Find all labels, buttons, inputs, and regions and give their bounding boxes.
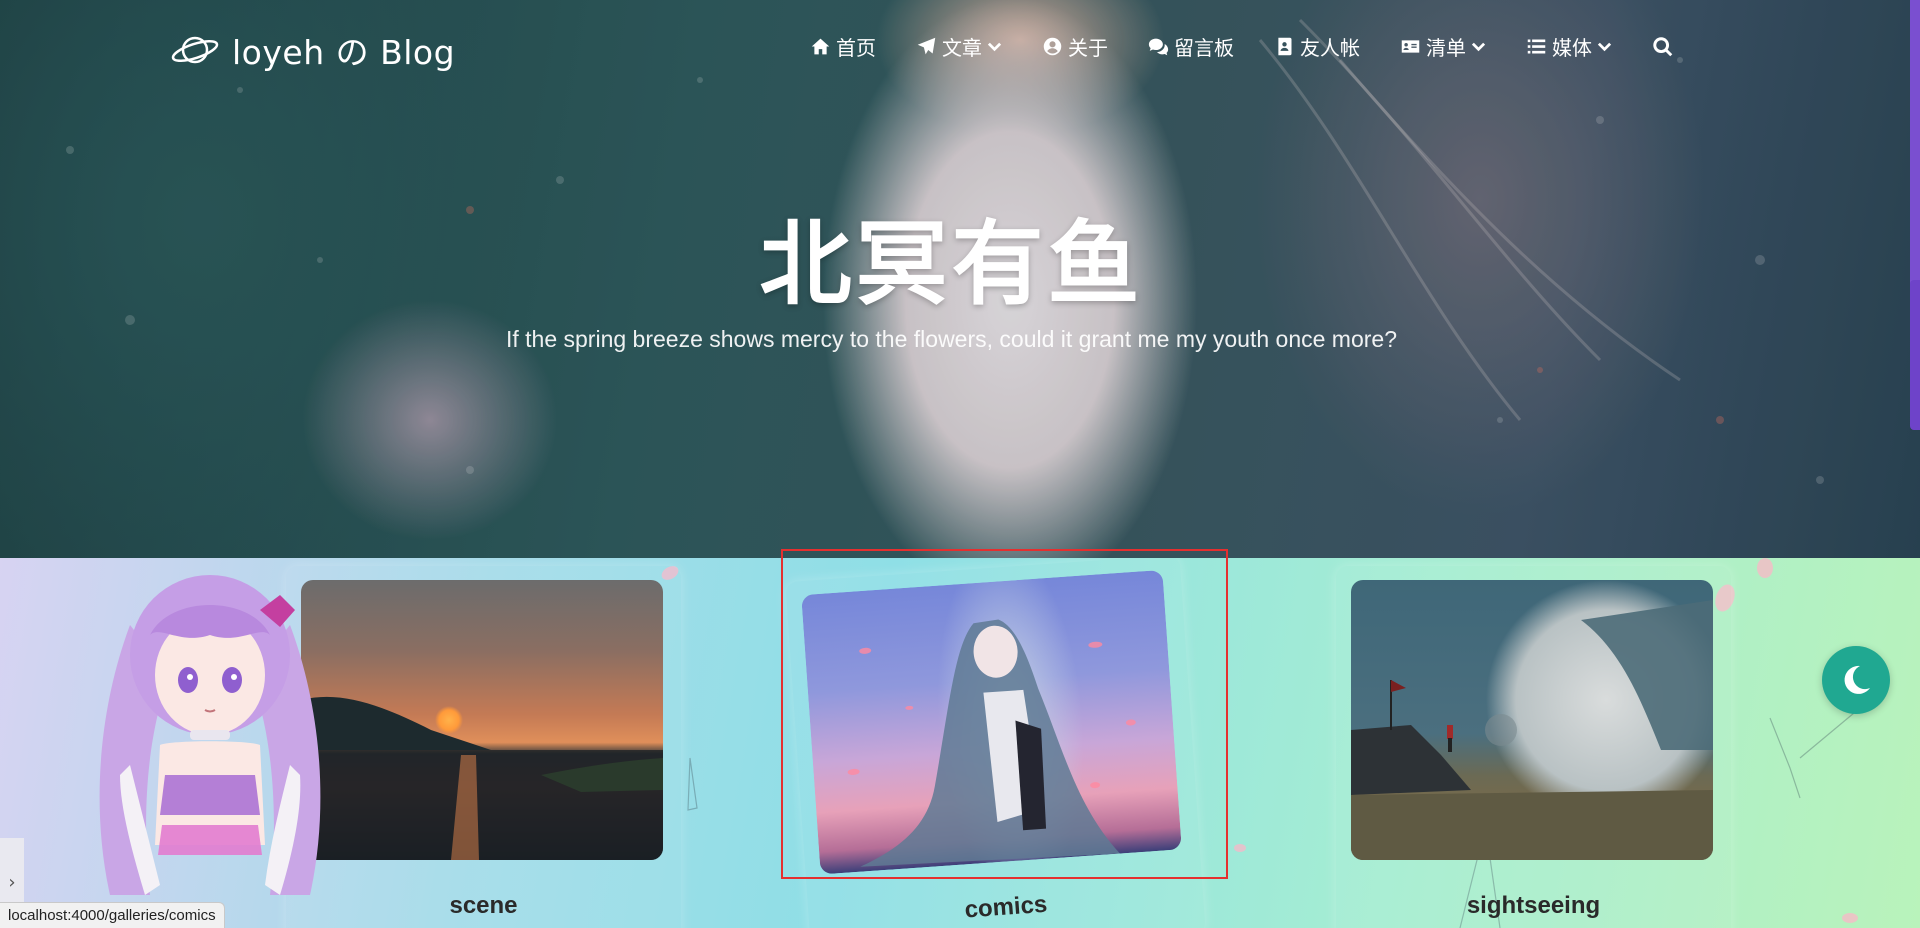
comics-character-art bbox=[847, 619, 1136, 867]
gallery-card-label: scene bbox=[449, 892, 518, 919]
nav-item-lists[interactable]: 清单 bbox=[1400, 32, 1486, 61]
gallery-card-scene[interactable]: scene bbox=[286, 566, 681, 928]
site-logo[interactable]: loyeh の Blog bbox=[170, 26, 455, 74]
main-nav: 首页 文章 关于 留言板 友人帐 清单 媒体 bbox=[810, 32, 1714, 61]
chevron-right-icon: › bbox=[8, 872, 16, 893]
gallery-card-label: comics bbox=[963, 890, 1049, 924]
search-icon bbox=[1653, 36, 1673, 56]
nav-item-label: 文章 bbox=[942, 36, 982, 60]
nav-item-guestbook[interactable]: 留言板 bbox=[1148, 32, 1234, 61]
id-card-icon bbox=[1401, 40, 1420, 53]
address-book-icon bbox=[1278, 37, 1292, 56]
hero-banner: loyeh の Blog 首页 文章 关于 留言板 友人帐 清单 媒体 北冥有鱼… bbox=[0, 0, 1920, 558]
nav-item-articles[interactable]: 文章 bbox=[916, 32, 1002, 61]
scrollbar-track[interactable] bbox=[1910, 0, 1920, 928]
site-title: loyeh の Blog bbox=[232, 33, 456, 72]
gallery-card-comics[interactable]: comics bbox=[785, 558, 1206, 928]
scene-landscape-art bbox=[301, 696, 663, 860]
home-icon bbox=[811, 38, 830, 55]
paper-plane-icon bbox=[917, 37, 936, 55]
nav-item-label: 留言板 bbox=[1174, 36, 1234, 60]
moon-icon bbox=[1844, 665, 1870, 694]
list-icon bbox=[1527, 39, 1546, 54]
mascot-character[interactable] bbox=[90, 565, 330, 928]
nav-item-label: 友人帐 bbox=[1300, 36, 1360, 60]
chevron-down-icon bbox=[1597, 42, 1612, 52]
theme-toggle-button[interactable] bbox=[1822, 646, 1890, 714]
user-circle-icon bbox=[1043, 37, 1062, 56]
gallery-card-label: sightseeing bbox=[1466, 892, 1601, 919]
nav-item-home[interactable]: 首页 bbox=[810, 32, 876, 61]
scrollbar-thumb[interactable] bbox=[1910, 280, 1920, 430]
nav-item-about[interactable]: 关于 bbox=[1042, 32, 1108, 61]
search-button[interactable] bbox=[1652, 36, 1674, 58]
hero-title: 北冥有鱼 bbox=[759, 211, 1144, 318]
chevron-down-icon bbox=[1471, 42, 1486, 52]
sightseeing-moon-art bbox=[1351, 600, 1713, 860]
gallery-image-sightseeing[interactable] bbox=[1351, 580, 1713, 860]
nav-item-label: 首页 bbox=[836, 36, 876, 60]
nav-item-label: 清单 bbox=[1426, 36, 1466, 60]
nav-item-label: 关于 bbox=[1068, 36, 1108, 60]
nav-item-friends[interactable]: 友人帐 bbox=[1274, 32, 1360, 61]
chevron-down-icon bbox=[987, 42, 1002, 52]
nav-item-media[interactable]: 媒体 bbox=[1526, 32, 1612, 61]
hero-subtitle: If the spring breeze shows mercy to the … bbox=[505, 326, 1397, 352]
comments-icon bbox=[1148, 38, 1169, 56]
planet-icon bbox=[171, 36, 219, 64]
gallery-image-comics[interactable] bbox=[801, 569, 1182, 875]
nav-item-label: 媒体 bbox=[1552, 36, 1592, 60]
gallery-image-scene[interactable] bbox=[301, 580, 663, 860]
browser-status-bar: localhost:4000/galleries/comics bbox=[0, 902, 225, 928]
status-url: localhost:4000/galleries/comics bbox=[8, 907, 216, 924]
gallery-card-sightseeing[interactable]: sightseeing bbox=[1336, 566, 1731, 928]
